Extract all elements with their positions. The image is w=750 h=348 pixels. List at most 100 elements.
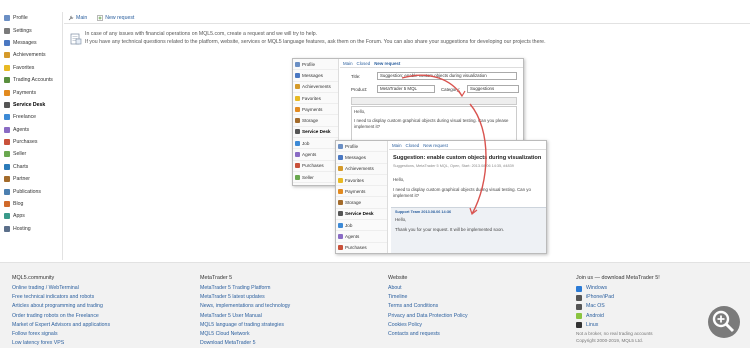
preview-sidebar-item: Agents: [336, 231, 387, 243]
footer-link[interactable]: Order trading robots on the Freelance: [12, 312, 110, 321]
footer-link[interactable]: Timeline: [388, 293, 468, 302]
sidebar-item-seller[interactable]: Seller: [0, 148, 62, 160]
sidebar-item-publications[interactable]: Publications: [0, 185, 62, 197]
wrench-icon: [68, 15, 74, 21]
preview-sidebar-item: Favorites: [336, 175, 387, 187]
sidebar-item-label: Settings: [13, 27, 32, 34]
info-notice: In case of any issues with financial ope…: [66, 28, 748, 52]
footer-link[interactable]: Free technical indicators and robots: [12, 293, 110, 302]
preview-sidebar-item: Job: [293, 138, 338, 150]
sidebar-item-blog[interactable]: Blog: [0, 198, 62, 210]
footer-link[interactable]: Cookies Policy: [388, 321, 468, 330]
sidebar-item-messages[interactable]: Messages: [0, 37, 62, 49]
preview-request-title: Suggestion: enable custom objects during…: [393, 155, 542, 161]
sidebar-item-label: Publications: [13, 188, 41, 195]
preview-item-icon: [295, 72, 300, 78]
sidebar-item-trading-accounts[interactable]: Trading Accounts: [0, 74, 62, 86]
footer-col-download: Join us — download MetaTrader 5! Windows…: [576, 275, 660, 344]
preview-sidebar-label: Job: [302, 140, 310, 146]
sidebar-item-favorites[interactable]: Favorites: [0, 62, 62, 74]
freelance-icon: [4, 114, 10, 121]
preview-item-icon: [338, 200, 343, 206]
footer-link[interactable]: Online trading / WebTerminal: [12, 284, 110, 293]
footer-link[interactable]: Contacts and requests: [388, 330, 468, 339]
download-link-mac-os[interactable]: Mac OS: [576, 302, 660, 311]
sidebar-item-label: Favorites: [13, 64, 35, 71]
footer-link[interactable]: Privacy and Data Protection Policy: [388, 312, 468, 321]
preview-sidebar-label: Favorites: [345, 177, 364, 183]
preview-item-icon: [338, 245, 343, 251]
new-request-label: New request: [105, 14, 135, 21]
sidebar-item-settings[interactable]: Settings: [0, 24, 62, 36]
sidebar-item-label: Charts: [13, 163, 29, 170]
sidebar-item-purchases[interactable]: Purchases: [0, 136, 62, 148]
preview-item-icon: [295, 140, 300, 146]
document-icon: [70, 32, 82, 45]
footer-link[interactable]: Low latency forex VPS: [12, 339, 110, 348]
footer-link[interactable]: MetaTrader 5 User Manual: [200, 312, 290, 321]
preview-item-icon: [295, 84, 300, 90]
sidebar-item-freelance[interactable]: Freelance: [0, 111, 62, 123]
sidebar-item-apps[interactable]: Apps: [0, 210, 62, 222]
download-link-iphone-ipad[interactable]: iPhone/iPad: [576, 293, 660, 302]
download-link-windows[interactable]: Windows: [576, 284, 660, 293]
sidebar-item-agents[interactable]: Agents: [0, 124, 62, 136]
preview-answer-from: Support Team 2013.08.06 14:36: [395, 210, 452, 214]
footer-link[interactable]: MQL5 Cloud Network: [200, 330, 290, 339]
download-label: Mac OS: [586, 303, 605, 310]
preview-main-link-2: Main: [392, 142, 402, 148]
notice-line-2: If you have any technical questions rela…: [85, 39, 546, 45]
footer-link[interactable]: Follow forex signals: [12, 330, 110, 339]
sidebar-item-payments[interactable]: Payments: [0, 86, 62, 98]
charts-icon: [4, 163, 10, 170]
preview-sidebar-item: Payments: [293, 104, 338, 116]
preview-sidebar-item: Purchases: [336, 243, 387, 253]
sidebar-item-label: Achievements: [13, 52, 46, 59]
footer-link[interactable]: MetaTrader 5 Trading Platform: [200, 284, 290, 293]
footer-link[interactable]: Articles about programming and trading: [12, 302, 110, 311]
preview-item-icon: [295, 129, 300, 135]
footer-link[interactable]: MetaTrader 5 latest updates: [200, 293, 290, 302]
sidebar-item-profile[interactable]: Profile: [0, 12, 62, 24]
footer-heading: Website: [388, 275, 408, 281]
sidebar-item-hosting[interactable]: Hosting: [0, 223, 62, 235]
preview-item-icon: [295, 152, 300, 158]
publications-icon: [4, 188, 10, 195]
footer-link[interactable]: Market of Expert Advisors and applicatio…: [12, 321, 110, 330]
preview-sidebar-item: Purchases: [293, 161, 338, 172]
download-link-linux[interactable]: Linux: [576, 321, 660, 330]
preview-sidebar-label: Storage: [302, 118, 319, 124]
zoom-button[interactable]: [708, 306, 740, 338]
download-label: Linux: [586, 321, 599, 328]
footer-link[interactable]: Terms and Conditions: [388, 302, 468, 311]
preview-item-icon: [338, 234, 343, 240]
footer-links: MetaTrader 5 Trading Platform MetaTrader …: [200, 284, 290, 348]
footer-link[interactable]: News, implementations and technology: [200, 302, 290, 311]
sidebar-item-partner[interactable]: Partner: [0, 173, 62, 185]
main-label: Main: [76, 14, 88, 21]
sidebar-item-label: Profile: [13, 15, 28, 22]
new-request-link[interactable]: New request: [97, 15, 134, 21]
sidebar-item-label: Blog: [13, 201, 24, 208]
footer-link[interactable]: About: [388, 284, 468, 293]
preview-category-select: Suggestions: [467, 85, 519, 93]
preview-new-request-link-2: New request: [423, 142, 448, 148]
sidebar-item-service-desk[interactable]: Service Desk: [0, 99, 62, 111]
preview-sidebar-label: Payments: [302, 106, 323, 112]
request-view-preview: Profile Messages Achievements Favorites Paym…: [335, 140, 547, 254]
sidebar-item-achievements[interactable]: Achievements: [0, 49, 62, 61]
new-request-icon: [97, 14, 104, 21]
preview-item-icon: [338, 177, 343, 183]
preview-sidebar-label: Service Desk: [302, 129, 331, 135]
footer-link[interactable]: Download MetaTrader 5: [200, 339, 290, 348]
main-link[interactable]: Main: [68, 15, 87, 21]
download-label: Windows: [586, 285, 608, 291]
preview-body-hello: Hello,: [354, 109, 366, 114]
sidebar-item-charts[interactable]: Charts: [0, 161, 62, 173]
footer-links: Windows iPhone/iPad Mac OS Android Linux: [576, 284, 660, 330]
download-link-android[interactable]: Android: [576, 312, 660, 321]
preview-answer-hello: Hello,: [395, 217, 407, 222]
preview-sidebar-label: Agents: [302, 152, 317, 158]
seller-icon: [4, 151, 10, 158]
footer-link[interactable]: MQL5 language of trading strategies: [200, 321, 290, 330]
